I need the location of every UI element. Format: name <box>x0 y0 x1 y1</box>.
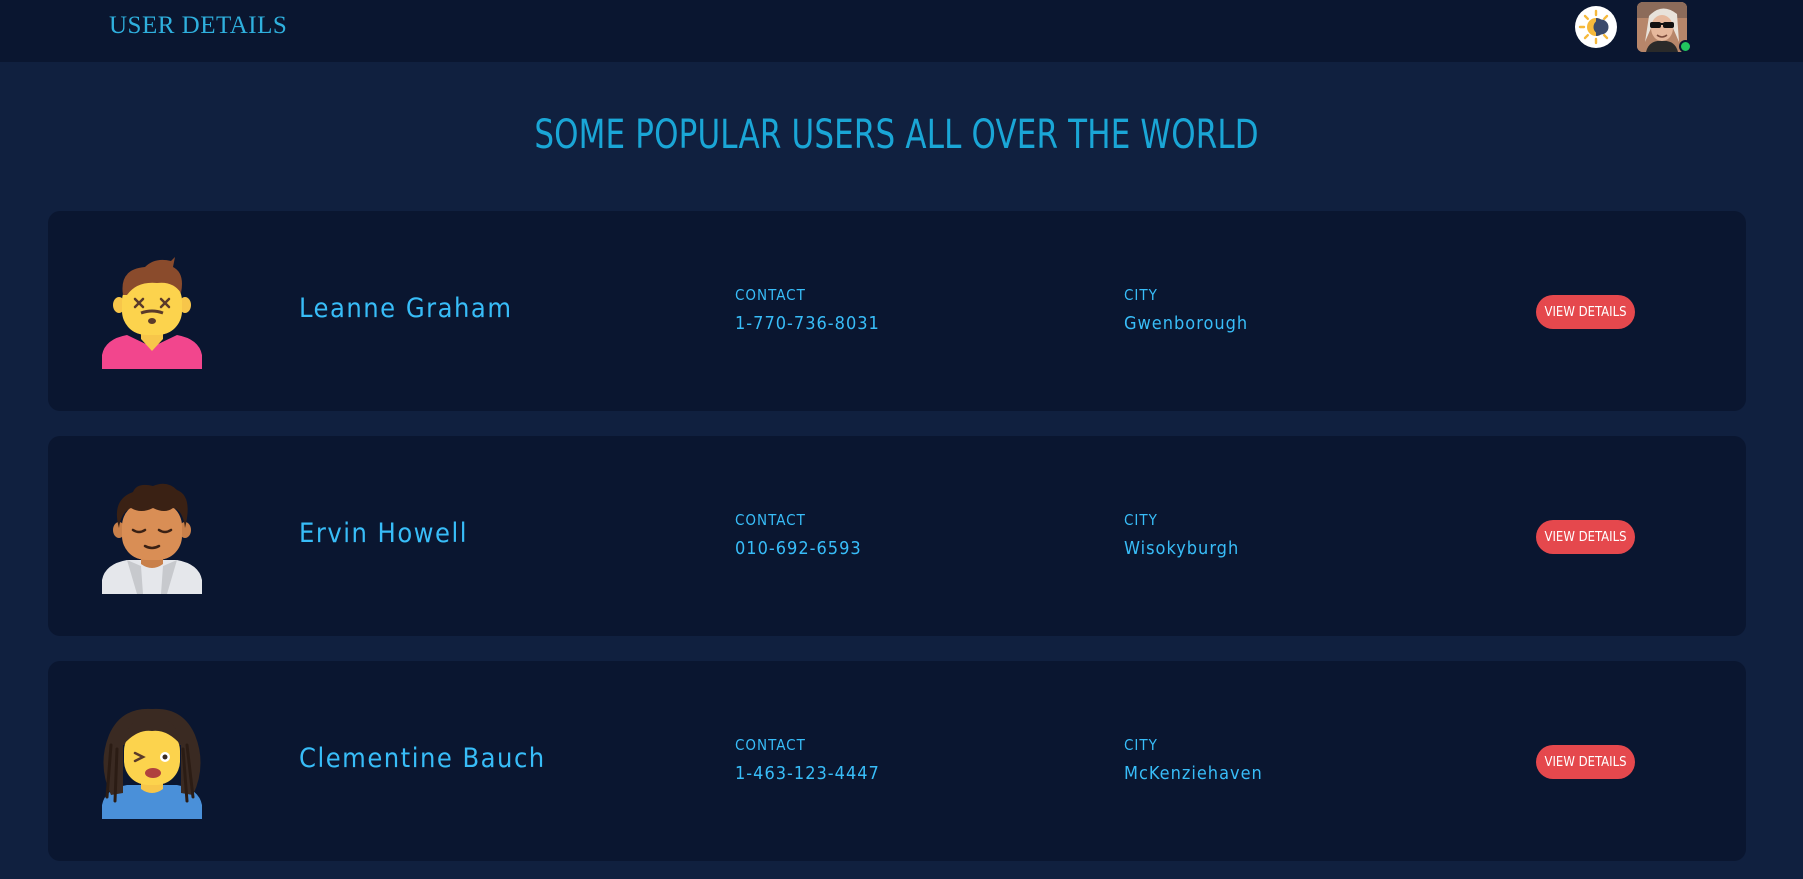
top-navbar: USER DETAILS <box>0 0 1803 62</box>
user-name: Ervin Howell <box>299 518 469 549</box>
app-title[interactable]: USER DETAILS <box>109 12 287 40</box>
user-card: Clementine Bauch CONTACT 1-463-123-4447 … <box>48 661 1746 861</box>
contact-label: CONTACT <box>735 286 806 304</box>
view-details-button[interactable]: VIEW DETAILS <box>1536 745 1635 779</box>
user-card: Ervin Howell CONTACT 010-692-6593 CITY W… <box>48 436 1746 636</box>
user-name: Leanne Graham <box>299 293 513 324</box>
contact-value: 1-463-123-4447 <box>735 763 880 784</box>
view-details-button[interactable]: VIEW DETAILS <box>1536 295 1635 329</box>
city-value: Wisokyburgh <box>1124 538 1240 559</box>
avatar-woman-dreadlocks-icon <box>97 705 207 819</box>
sun-moon-icon[interactable] <box>1575 6 1617 48</box>
contact-value: 010-692-6593 <box>735 538 862 559</box>
contact-label: CONTACT <box>735 736 806 754</box>
contact-value: 1-770-736-8031 <box>735 313 880 334</box>
online-status-indicator <box>1679 40 1692 53</box>
user-name: Clementine Bauch <box>299 743 546 774</box>
city-value: McKenziehaven <box>1124 763 1263 784</box>
page-heading: SOME POPULAR USERS ALL OVER THE WORLD <box>534 112 1259 158</box>
contact-label: CONTACT <box>735 511 806 529</box>
user-card: Leanne Graham CONTACT 1-770-736-8031 CIT… <box>48 211 1746 411</box>
city-label: CITY <box>1124 511 1158 529</box>
view-details-button[interactable]: VIEW DETAILS <box>1536 520 1635 554</box>
city-label: CITY <box>1124 736 1158 754</box>
avatar-person-sleepy-icon <box>97 480 207 594</box>
avatar-man-dizzy-icon <box>97 255 207 369</box>
city-value: Gwenborough <box>1124 313 1249 334</box>
city-label: CITY <box>1124 286 1158 304</box>
